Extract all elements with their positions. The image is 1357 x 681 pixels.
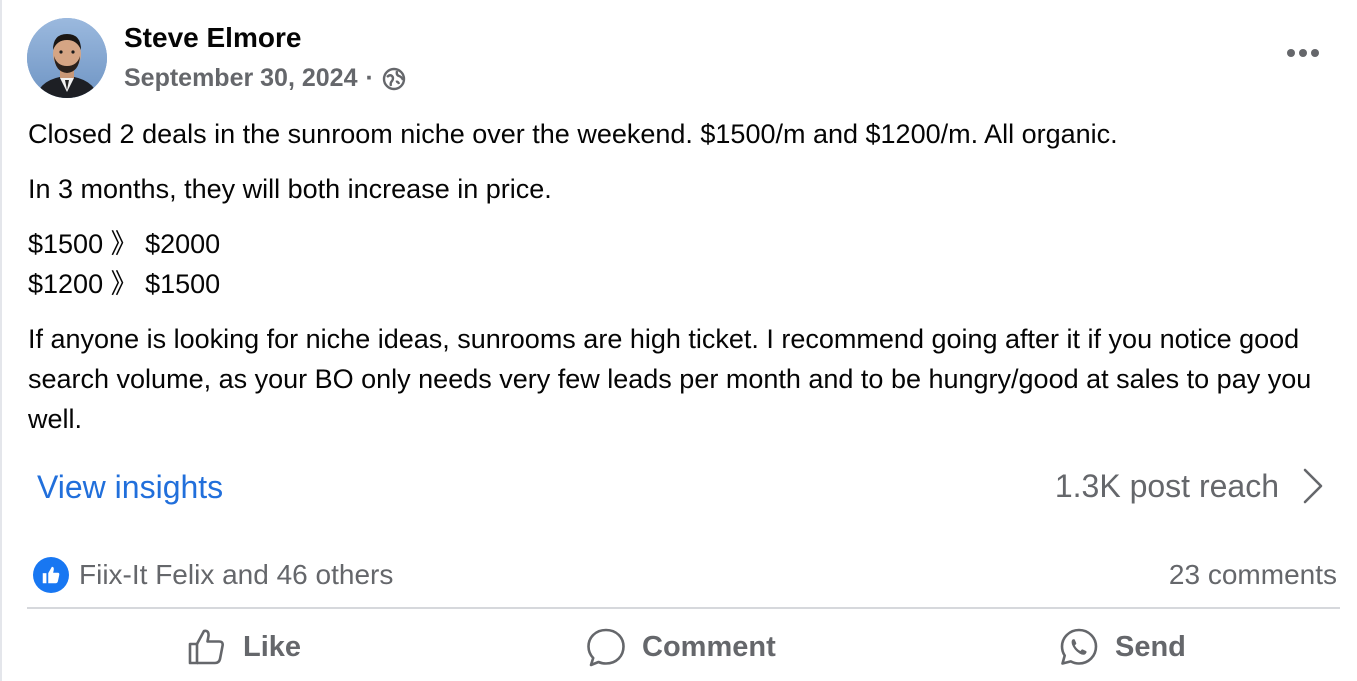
comment-label: Comment — [642, 630, 776, 663]
post-reach-label: 1.3K post reach — [1054, 467, 1279, 504]
chevron-right-icon — [1303, 468, 1323, 504]
divider — [27, 607, 1340, 609]
post-card: Steve Elmore September 30, 2024 · Closed… — [0, 0, 1357, 681]
post-date[interactable]: September 30, 2024 — [124, 64, 357, 93]
reactions-label: Fiix-It Felix and 46 others — [79, 559, 394, 590]
whatsapp-icon — [1060, 628, 1098, 665]
like-label: Like — [243, 630, 302, 663]
avatar-photo — [27, 18, 107, 98]
post-paragraph: If anyone is looking for niche ideas, su… — [28, 324, 1312, 434]
thumbs-up-icon — [188, 629, 224, 665]
globe-icon[interactable] — [382, 67, 406, 91]
post-meta: September 30, 2024 · — [124, 64, 406, 93]
view-insights-link[interactable]: View insights — [37, 469, 223, 506]
comment-button[interactable]: Comment — [586, 627, 776, 667]
author-avatar[interactable] — [27, 18, 107, 98]
more-icon — [1287, 49, 1319, 57]
price-line: $1500 》 $2000 — [28, 229, 221, 259]
more-options-button[interactable] — [1282, 38, 1324, 68]
post-paragraph: In 3 months, they will both increase in … — [28, 174, 552, 204]
send-button[interactable]: Send — [1059, 627, 1186, 667]
comment-icon — [587, 628, 625, 667]
like-reaction-icon — [33, 557, 69, 593]
post-reach-button[interactable]: 1.3K post reach — [1055, 466, 1325, 506]
post-paragraph: Closed 2 deals in the sunroom niche over… — [28, 119, 1118, 149]
send-label: Send — [1115, 630, 1186, 663]
meta-separator: · — [365, 64, 374, 92]
comments-count[interactable]: 23 comments — [1169, 559, 1337, 591]
reactions-summary[interactable]: Fiix-It Felix and 46 others — [33, 557, 393, 593]
author-name[interactable]: Steve Elmore — [124, 22, 301, 54]
post-text: Closed 2 deals in the sunroom niche over… — [28, 114, 1328, 454]
like-button[interactable]: Like — [187, 627, 301, 667]
price-line: $1200 》 $1500 — [28, 269, 221, 299]
